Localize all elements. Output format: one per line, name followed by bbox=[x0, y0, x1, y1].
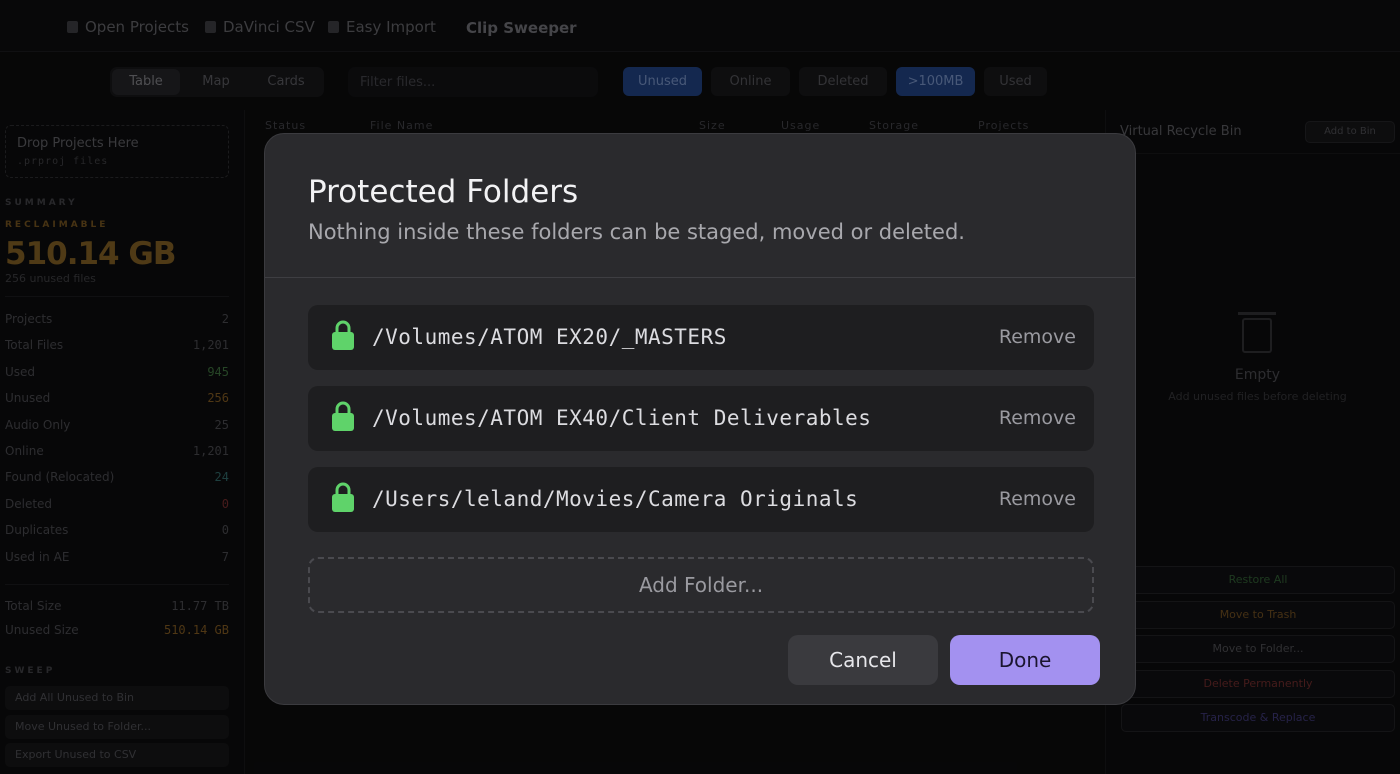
lock-icon bbox=[332, 401, 354, 431]
dialog-subtitle: Nothing inside these folders can be stag… bbox=[308, 220, 965, 244]
remove-folder-button[interactable]: Remove bbox=[999, 326, 1076, 348]
lock-icon bbox=[332, 320, 354, 350]
remove-folder-button[interactable]: Remove bbox=[999, 407, 1076, 429]
add-folder-button[interactable]: Add Folder... bbox=[308, 557, 1094, 613]
protected-folder-row: /Volumes/ATOM EX40/Client Deliverables R… bbox=[308, 386, 1094, 451]
done-button[interactable]: Done bbox=[950, 635, 1100, 685]
remove-folder-button[interactable]: Remove bbox=[999, 488, 1076, 510]
protected-folders-dialog: Protected Folders Nothing inside these f… bbox=[264, 133, 1136, 705]
dialog-title: Protected Folders bbox=[308, 174, 579, 210]
cancel-button[interactable]: Cancel bbox=[788, 635, 938, 685]
protected-folder-row: /Users/leland/Movies/Camera Originals Re… bbox=[308, 467, 1094, 532]
divider bbox=[265, 277, 1135, 278]
folder-path: /Users/leland/Movies/Camera Originals bbox=[372, 487, 859, 511]
lock-icon bbox=[332, 482, 354, 512]
protected-folder-row: /Volumes/ATOM EX20/_MASTERS Remove bbox=[308, 305, 1094, 370]
folder-path: /Volumes/ATOM EX20/_MASTERS bbox=[372, 325, 727, 349]
folder-path: /Volumes/ATOM EX40/Client Deliverables bbox=[372, 406, 872, 430]
